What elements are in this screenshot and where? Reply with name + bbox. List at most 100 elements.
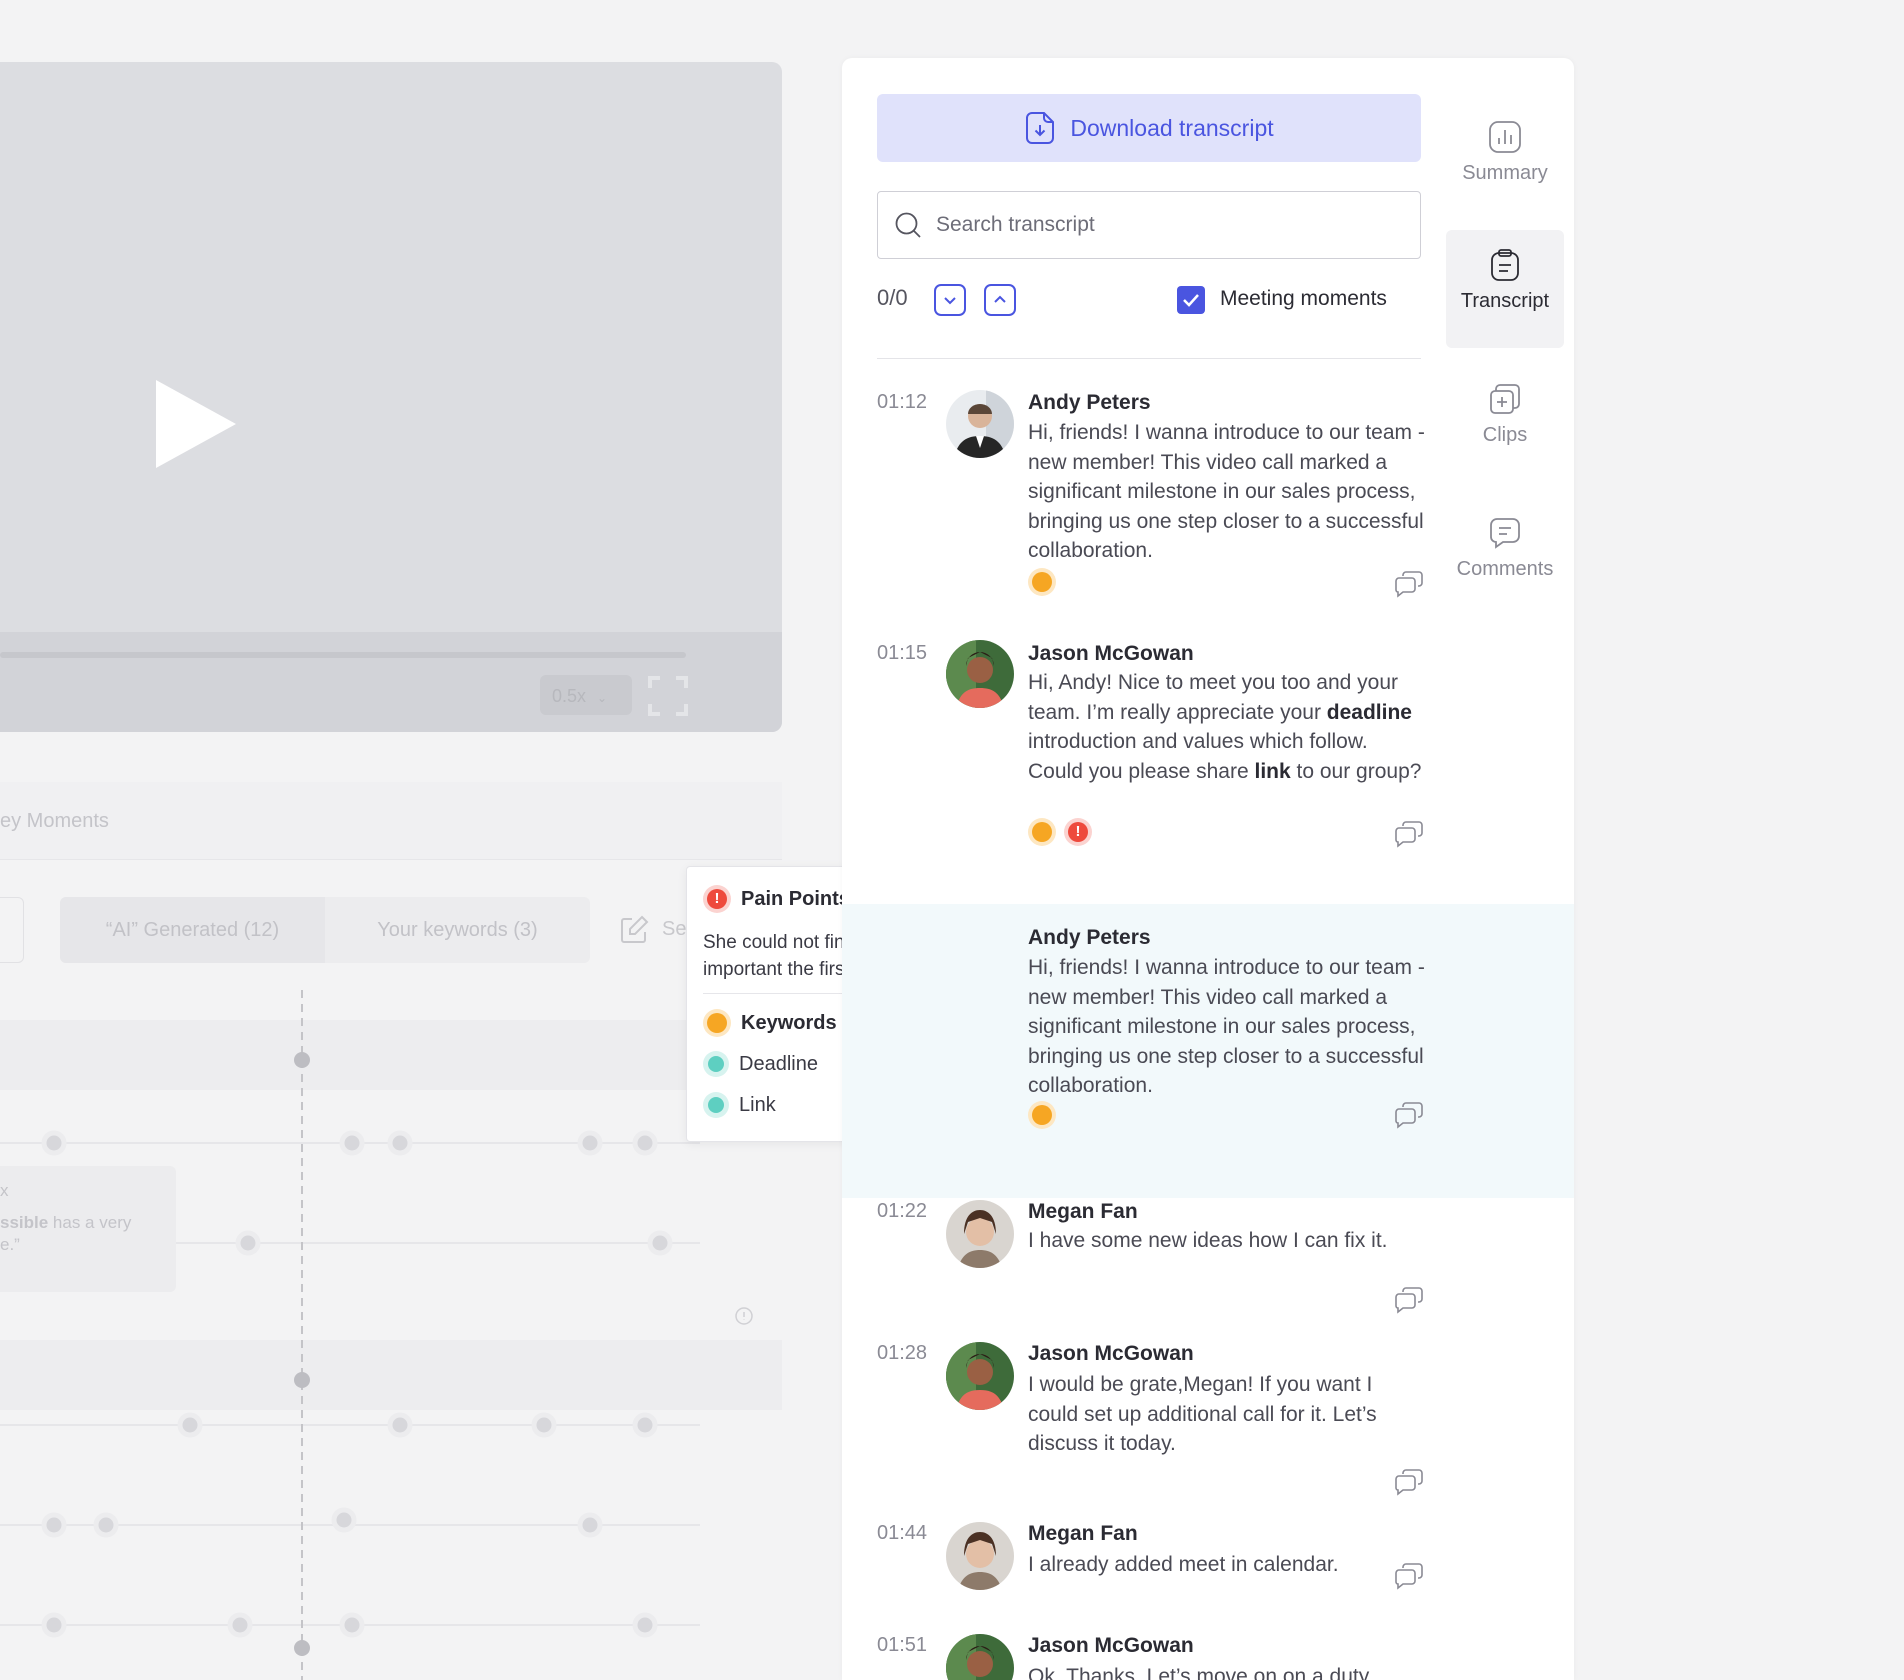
search-input[interactable]: [936, 213, 1396, 237]
avatar: [946, 1522, 1014, 1590]
side-nav-label: Comments: [1456, 558, 1554, 580]
moment-dot: [41, 1512, 67, 1538]
keyword-highlight[interactable]: link: [1254, 760, 1290, 783]
entry-timestamp[interactable]: 01:22: [877, 1200, 927, 1223]
side-nav-comments[interactable]: Comments: [1446, 498, 1564, 616]
filter-button[interactable]: [0, 897, 24, 963]
entry-badges: [1028, 818, 1092, 846]
speaker-name: Andy Peters: [1028, 926, 1151, 949]
chevron-down-icon: ⌄: [597, 691, 608, 705]
keyword-icon[interactable]: [1028, 1101, 1056, 1129]
speaker-name: Megan Fan: [1028, 1200, 1138, 1223]
comment-icon[interactable]: [1394, 1468, 1424, 1496]
moment-dot: [235, 1230, 261, 1256]
moment-dot: [227, 1612, 253, 1638]
next-result-button[interactable]: [934, 284, 966, 316]
avatar: [946, 640, 1014, 708]
keyword-icon[interactable]: [1028, 568, 1056, 596]
entry-text-part: to our group?: [1290, 759, 1422, 783]
entry-badges: [1028, 568, 1056, 596]
moment-dot: [531, 1412, 557, 1438]
moment-dot: [93, 1512, 119, 1538]
moment-dot: [41, 1130, 67, 1156]
transcript-entry-highlighted[interactable]: Andy Peters Hi, friends! I wanna introdu…: [842, 904, 1574, 1198]
comment-icon[interactable]: [1394, 570, 1424, 598]
video-player[interactable]: 0.5x ⌄: [0, 62, 782, 732]
moment-dot: [177, 1412, 203, 1438]
moment-dot: [387, 1130, 413, 1156]
playhead-marker: [294, 1052, 310, 1068]
left-area: 0.5x ⌄ ey Moments “AI” Generated (12) Yo…: [0, 0, 840, 1680]
entry-timestamp[interactable]: 01:15: [877, 642, 927, 665]
previous-result-button[interactable]: [984, 284, 1016, 316]
clipboard-icon: [1491, 249, 1519, 281]
avatar: [946, 1200, 1014, 1268]
transcript-entry[interactable]: 01:28 Jason McGowan I would be grate,Meg…: [842, 1342, 1574, 1512]
keyword-dot-icon: [703, 1092, 729, 1118]
quote-line: has a very: [48, 1213, 132, 1232]
entry-timestamp[interactable]: 01:28: [877, 1342, 927, 1365]
transcript-entry[interactable]: 01:15 Jason McGowan Hi, Andy! Nice to me…: [842, 638, 1574, 888]
edit-icon[interactable]: [618, 914, 650, 946]
moment-dot: [632, 1612, 658, 1638]
avatar: [946, 1634, 1014, 1680]
transcript-panel: Download transcript 0/0 Meeting moments …: [842, 58, 1574, 1680]
moment-dot: [577, 1512, 603, 1538]
playhead-marker: [294, 1640, 310, 1656]
speaker-name: Jason McGowan: [1028, 642, 1194, 665]
quote-line: x: [0, 1181, 9, 1200]
info-icon[interactable]: [734, 1306, 754, 1326]
entry-badges: [1028, 1101, 1056, 1129]
entry-text: I already added meet in calendar.: [1028, 1553, 1339, 1576]
entry-timestamp[interactable]: 01:44: [877, 1522, 927, 1545]
moment-dot: [577, 1130, 603, 1156]
meeting-moments-checkbox[interactable]: [1177, 286, 1205, 314]
comment-icon[interactable]: [1394, 820, 1424, 848]
entry-text: Hi, friends! I wanna introduce to our te…: [1028, 956, 1425, 1097]
meeting-moments-label[interactable]: Meeting moments: [1220, 287, 1387, 311]
video-controls: 0.5x ⌄: [0, 632, 782, 732]
quote-bold: ssible: [0, 1213, 49, 1232]
entry-text: I would be grate,Megan! If you want I co…: [1028, 1373, 1377, 1455]
key-moments-header: ey Moments: [0, 782, 782, 860]
play-icon[interactable]: [156, 380, 236, 468]
keyword-label: Link: [739, 1093, 776, 1116]
keyword-icon: [703, 1009, 731, 1037]
moment-quote: x ssible has a very e.”: [0, 1166, 176, 1292]
entry-text: Hi, friends! I wanna introduce to our te…: [1028, 421, 1425, 562]
playback-speed-value: 0.5x: [552, 686, 587, 706]
pain-point-icon[interactable]: [1064, 818, 1092, 846]
tab-your-keywords[interactable]: Your keywords (3): [325, 897, 590, 963]
side-nav-transcript[interactable]: Transcript: [1446, 230, 1564, 348]
keyword-dot-icon: [703, 1051, 729, 1077]
entry-timestamp[interactable]: 01:12: [877, 391, 927, 414]
timeline-row-band: [0, 1020, 782, 1090]
download-transcript-button[interactable]: Download transcript: [877, 94, 1421, 162]
chevron-up-icon: [994, 295, 1006, 303]
playback-speed-select[interactable]: 0.5x ⌄: [540, 675, 632, 715]
moments-tabs: “AI” Generated (12) Your keywords (3): [60, 897, 590, 963]
side-nav-summary[interactable]: Summary: [1446, 102, 1564, 220]
keyword-highlight[interactable]: deadline: [1327, 701, 1412, 724]
side-nav-label: Clips: [1482, 424, 1528, 446]
moment-dot: [647, 1230, 673, 1256]
keyword-item[interactable]: Link: [703, 1092, 776, 1118]
comment-icon[interactable]: [1394, 1101, 1424, 1129]
entry-timestamp[interactable]: 01:51: [877, 1634, 927, 1657]
search-transcript: [877, 191, 1421, 259]
transcript-entry[interactable]: 01:22 Megan Fan I have some new ideas ho…: [842, 1200, 1574, 1340]
keyword-icon[interactable]: [1028, 818, 1056, 846]
tab-ai-generated[interactable]: “AI” Generated (12): [60, 897, 325, 963]
moment-dot: [41, 1612, 67, 1638]
comment-icon[interactable]: [1394, 1562, 1424, 1590]
fullscreen-icon[interactable]: [648, 676, 688, 716]
moment-dot: [331, 1507, 357, 1533]
transcript-entry[interactable]: 01:44 Megan Fan I already added meet in …: [842, 1522, 1574, 1622]
side-nav-label: Transcript: [1460, 290, 1550, 312]
side-nav-clips[interactable]: Clips: [1446, 364, 1564, 482]
video-progress-bar[interactable]: [0, 652, 686, 658]
comment-icon[interactable]: [1394, 1286, 1424, 1314]
checkmark-icon: [1183, 294, 1199, 307]
transcript-entry[interactable]: 01:51 Jason McGowan Ok. Thanks. Let’s mo…: [842, 1634, 1574, 1680]
keyword-item[interactable]: Deadline: [703, 1051, 818, 1077]
